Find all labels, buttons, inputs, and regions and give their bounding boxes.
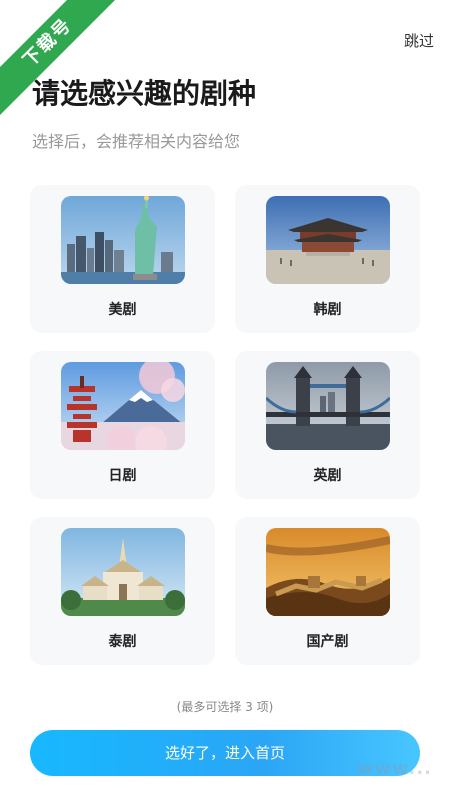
genre-label-cn: 国产剧 [306, 634, 349, 650]
genre-card-cn[interactable]: 国产剧 [235, 517, 420, 665]
page-subtitle: 选择后，会推荐相关内容给您 [32, 132, 241, 151]
genre-card-kr[interactable]: 韩剧 [235, 185, 420, 333]
thai-temple-icon [61, 528, 185, 616]
page-title: 请选感兴趣的剧种 [32, 77, 257, 110]
genre-card-jp[interactable]: 日剧 [30, 351, 215, 499]
genre-label-th: 泰剧 [108, 634, 137, 650]
genre-card-us[interactable]: 美剧 [30, 185, 215, 333]
genre-label-kr: 韩剧 [313, 302, 342, 318]
genre-label-uk: 英剧 [313, 468, 342, 484]
statue-of-liberty-icon [61, 196, 185, 284]
genre-label-jp: 日剧 [108, 468, 137, 484]
genre-label-us: 美剧 [108, 302, 137, 318]
great-wall-icon [266, 528, 390, 616]
genre-card-uk[interactable]: 英剧 [235, 351, 420, 499]
korean-palace-icon [266, 196, 390, 284]
watermark: www... [356, 758, 432, 779]
skip-button[interactable]: 跳过 [404, 30, 434, 51]
tower-bridge-icon [266, 362, 390, 450]
selection-hint: (最多可选择 3 项) [176, 700, 274, 714]
genre-grid: 美剧 韩剧 日剧 英剧 泰剧 国产剧 [30, 185, 420, 665]
mount-fuji-pagoda-icon [61, 362, 185, 450]
genre-card-th[interactable]: 泰剧 [30, 517, 215, 665]
